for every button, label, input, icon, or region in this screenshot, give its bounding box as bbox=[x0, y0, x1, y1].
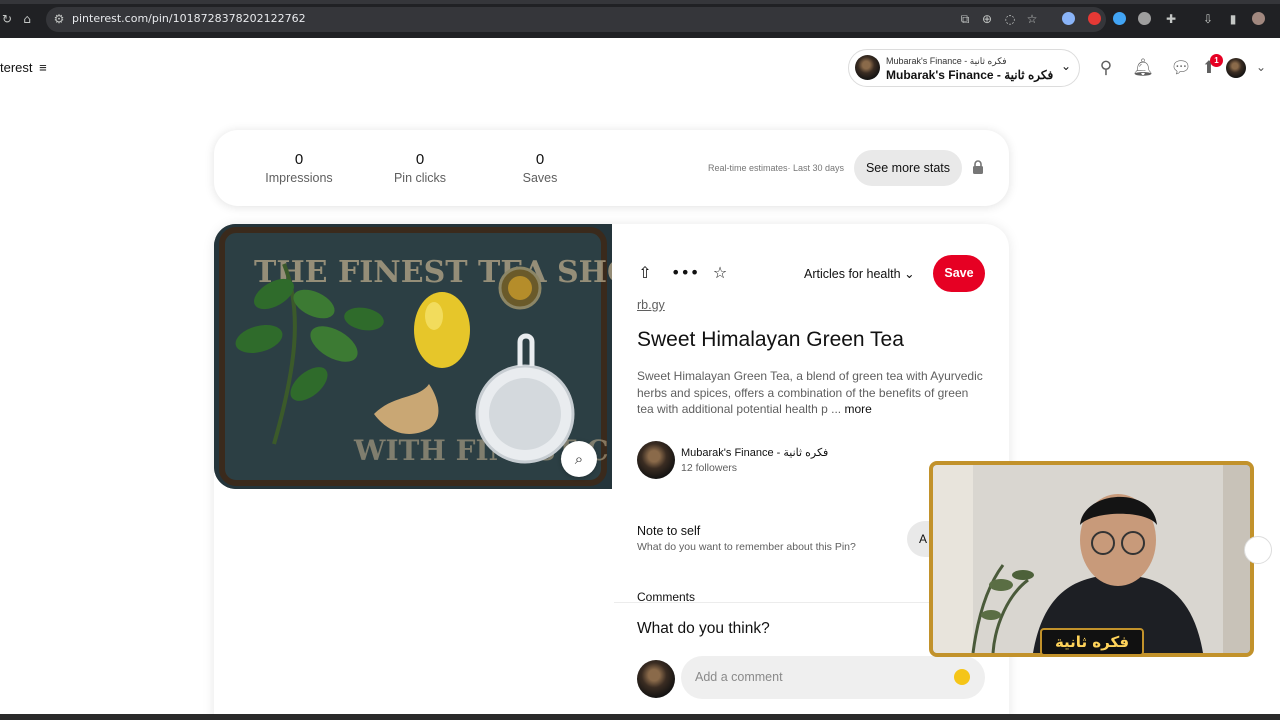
estimate-note: Real-time estimates· Last 30 days bbox=[708, 163, 845, 173]
stat-value: 0 bbox=[294, 151, 304, 168]
save-button[interactable]: Save bbox=[933, 255, 985, 292]
pin-source-link[interactable]: rb.gy bbox=[637, 298, 665, 312]
bookmark-star-icon[interactable]: ☆ bbox=[1025, 12, 1039, 26]
board-selector[interactable]: Articles for health ⌄ bbox=[804, 266, 915, 281]
comments-heading[interactable]: Comments bbox=[637, 590, 695, 604]
note-title: Note to self bbox=[637, 524, 701, 538]
stat-pin-clicks: 0 Pin clicks bbox=[360, 151, 480, 185]
notification-badge: 1 bbox=[1210, 54, 1223, 67]
webcam-feed bbox=[933, 465, 1250, 653]
side-panel-icon[interactable]: ▮ bbox=[1226, 12, 1240, 26]
see-more-stats-button[interactable]: See more stats bbox=[854, 150, 962, 186]
profile-avatar[interactable] bbox=[1252, 12, 1265, 25]
tea-tray-image: THE FINEST TEA SHOP WITH FINEST C bbox=[214, 224, 612, 489]
share-icon[interactable]: ⇧ bbox=[634, 262, 656, 284]
more-options-icon[interactable]: ••• bbox=[671, 262, 699, 284]
install-app-icon[interactable]: ⧉ bbox=[958, 12, 972, 26]
note-subtitle: What do you want to remember about this … bbox=[637, 541, 856, 553]
extension-icon[interactable] bbox=[1088, 12, 1101, 25]
pinterest-logo-menu[interactable]: terest ≡ bbox=[0, 60, 47, 75]
stat-label: Impressions bbox=[265, 171, 333, 185]
more-link[interactable]: more bbox=[844, 402, 871, 416]
stat-impressions: 0 Impressions bbox=[239, 151, 359, 185]
eye-off-icon[interactable]: ◌ bbox=[1003, 12, 1017, 26]
comment-prompt: What do you think? bbox=[637, 620, 770, 637]
reload-icon[interactable]: ↻ bbox=[0, 12, 14, 26]
tray-sign-text: THE FINEST TEA SHOP bbox=[254, 255, 612, 290]
chevron-down-icon[interactable]: ⌄ bbox=[1256, 60, 1266, 74]
home-icon[interactable]: ⌂ bbox=[20, 12, 34, 26]
channel-label: فكره ثانية bbox=[1040, 628, 1144, 656]
extension-icon[interactable] bbox=[1062, 12, 1075, 25]
emoji-icon[interactable] bbox=[954, 669, 970, 685]
shield-icon[interactable] bbox=[1138, 12, 1151, 25]
account-name-small: Mubarak's Finance - فكره ثانية bbox=[886, 56, 1007, 66]
account-name: Mubarak's Finance - فكره ثانية bbox=[886, 68, 1054, 82]
stat-value: 0 bbox=[535, 151, 545, 168]
pin-description: Sweet Himalayan Green Tea, a blend of gr… bbox=[637, 368, 987, 418]
zoom-icon[interactable]: ⊕ bbox=[980, 12, 994, 26]
pin-description-text: Sweet Himalayan Green Tea, a blend of gr… bbox=[637, 369, 983, 416]
search-icon[interactable]: ⚲ bbox=[1095, 57, 1117, 79]
board-name: Articles for health bbox=[804, 267, 901, 281]
stat-saves: 0 Saves bbox=[480, 151, 600, 185]
avatar[interactable] bbox=[1226, 58, 1246, 78]
messages-icon[interactable]: 💬︎ bbox=[1170, 57, 1192, 79]
chevron-down-icon: ⌄ bbox=[904, 267, 915, 281]
creator-avatar[interactable] bbox=[637, 441, 675, 479]
stat-label: Pin clicks bbox=[393, 171, 447, 185]
extensions-puzzle-icon[interactable]: ✚ bbox=[1164, 12, 1178, 26]
avatar bbox=[637, 660, 675, 698]
pin-image[interactable]: THE FINEST TEA SHOP WITH FINEST C bbox=[214, 224, 612, 489]
pin-title: Sweet Himalayan Green Tea bbox=[637, 328, 904, 351]
brand-text: terest bbox=[0, 60, 33, 75]
chevron-down-icon: ⌄ bbox=[1060, 59, 1071, 73]
extension-icon[interactable] bbox=[1113, 12, 1126, 25]
download-icon[interactable]: ⇩ bbox=[1201, 12, 1215, 26]
url-text[interactable]: pinterest.com/pin/1018728378202122762 bbox=[72, 12, 306, 25]
menu-icon[interactable]: ≡ bbox=[39, 60, 47, 75]
creator-followers: 12 followers bbox=[681, 462, 738, 474]
taskbar-edge bbox=[0, 714, 1280, 720]
browser-chrome: ↻ ⌂ ⚙ pinterest.com/pin/1018728378202122… bbox=[0, 0, 1280, 38]
next-pin-arrow[interactable] bbox=[1244, 536, 1272, 564]
visual-search-icon[interactable]: ⌕ bbox=[561, 441, 597, 477]
avatar bbox=[855, 55, 880, 80]
stat-label: Saves bbox=[522, 171, 558, 185]
account-switcher[interactable]: Mubarak's Finance - فكره ثانية Mubarak's… bbox=[848, 49, 1080, 87]
stat-value: 0 bbox=[415, 151, 425, 168]
bell-icon[interactable]: 🔔︎ bbox=[1132, 57, 1154, 79]
tab-strip bbox=[0, 0, 1280, 4]
comment-input[interactable]: Add a comment bbox=[681, 656, 985, 699]
lock-icon bbox=[973, 160, 983, 174]
pin-stats-card: 0 Impressions 0 Pin clicks 0 Saves Real-… bbox=[214, 130, 1009, 206]
creator-name[interactable]: Mubarak's Finance - فكره ثانية bbox=[681, 446, 828, 459]
star-icon[interactable]: ☆ bbox=[709, 262, 731, 284]
site-info-icon[interactable]: ⚙ bbox=[52, 12, 66, 26]
